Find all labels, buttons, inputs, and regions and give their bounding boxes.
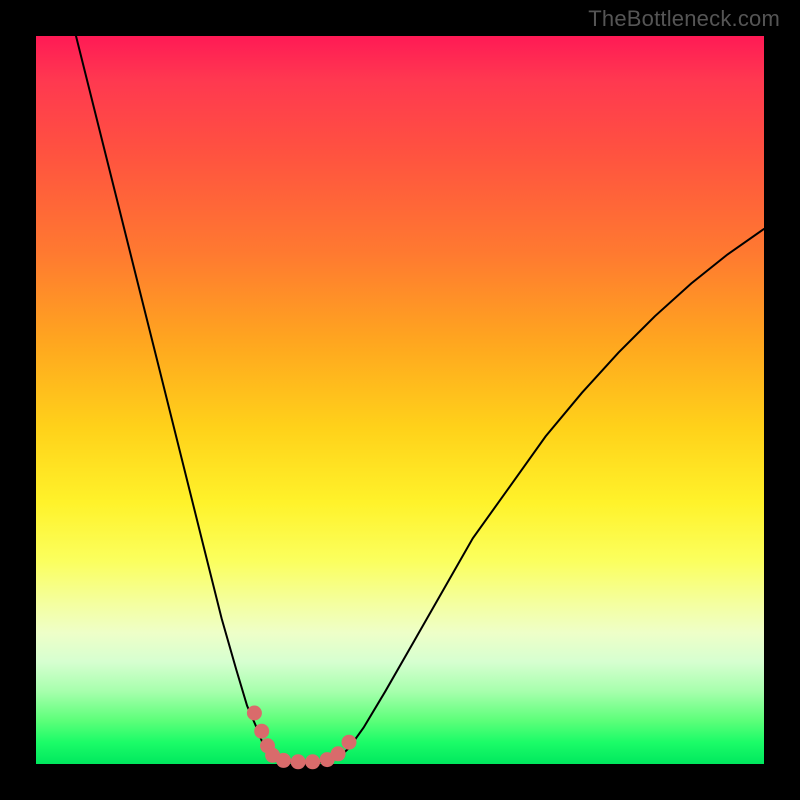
marker-dot [247, 706, 262, 721]
chart-frame: TheBottleneck.com [0, 0, 800, 800]
watermark-text: TheBottleneck.com [588, 6, 780, 32]
bottleneck-curve-right [338, 229, 764, 758]
marker-dot [305, 754, 320, 769]
marker-dot [331, 746, 346, 761]
marker-dot [276, 753, 291, 768]
marker-dot [291, 754, 306, 769]
chart-svg [36, 36, 764, 764]
bottleneck-curve-left [76, 36, 273, 758]
marker-dot [254, 724, 269, 739]
marker-dot [342, 735, 357, 750]
plot-area [36, 36, 764, 764]
highlighted-region [247, 706, 357, 770]
